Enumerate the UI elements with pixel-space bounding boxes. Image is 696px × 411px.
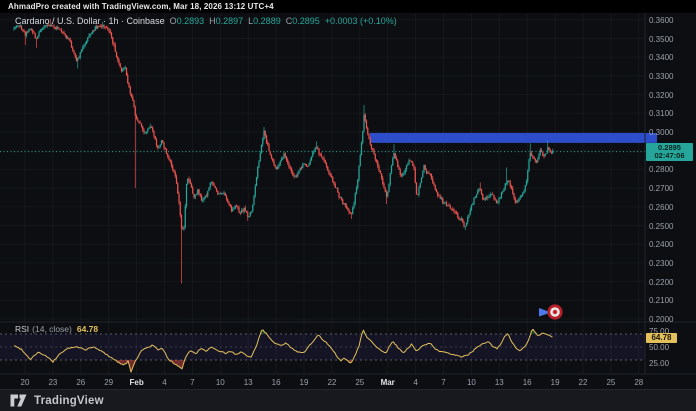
footer-bar: TradingView xyxy=(0,389,696,411)
screenshot-header-bar: AhmadPro created with TradingView.com, M… xyxy=(0,0,696,13)
price-tick-label: 0.3300 xyxy=(649,72,694,81)
rsi-current-value: 64.78 xyxy=(77,324,98,334)
dart-emoji-sticker[interactable] xyxy=(539,304,563,319)
time-axis[interactable]: 20 23 26 29 Feb 4 7 10 13 16 19 22 25 Mar 4 7 10 13 16 19 22… xyxy=(0,374,645,389)
price-tick-label: 0.3000 xyxy=(649,128,694,137)
rsi-tick-label: 50.00 xyxy=(649,343,694,352)
rsi-tick-label: 25.00 xyxy=(649,359,694,368)
price-tick-label: 0.2300 xyxy=(649,259,694,268)
rsi-params: (14, close) xyxy=(32,324,72,334)
time-tick-label: 10 xyxy=(467,378,476,387)
time-tick-label: 13 xyxy=(244,378,253,387)
time-tick-label: 4 xyxy=(162,378,166,387)
price-tick-label: 0.2100 xyxy=(649,296,694,305)
tradingview-wordmark[interactable]: TradingView xyxy=(34,395,104,407)
price-tick-label: 0.3400 xyxy=(649,53,694,62)
bar-countdown: 02:47:06 xyxy=(646,152,693,160)
time-tick-label: 26 xyxy=(76,378,85,387)
time-tick-label: 29 xyxy=(104,378,113,387)
price-tick-label: 0.2700 xyxy=(649,184,694,193)
ohlc-high-value: 0.2897 xyxy=(216,16,244,26)
time-tick-label: 22 xyxy=(327,378,336,387)
change-value: +0.0003 (+0.10%) xyxy=(325,16,397,26)
time-tick-label: 20 xyxy=(21,378,30,387)
rsi-indicator-legend[interactable]: RSI(14, close) 64.78 xyxy=(15,324,98,334)
price-tick-label: 0.2400 xyxy=(649,240,694,249)
price-tick-label: 0.3200 xyxy=(649,91,694,100)
header-text: AhmadPro created with TradingView.com, M… xyxy=(8,2,274,11)
ohlc-close-value: 0.2895 xyxy=(292,16,320,26)
time-tick-label: 10 xyxy=(216,378,225,387)
price-tick-label: 0.3500 xyxy=(649,35,694,44)
ohlc-open-key: O xyxy=(170,16,177,26)
ohlc-low-value: 0.2889 xyxy=(253,16,281,26)
time-tick-label: 7 xyxy=(190,378,194,387)
price-tick-label: 0.3100 xyxy=(649,109,694,118)
price-tick-label: 0.2800 xyxy=(649,165,694,174)
price-axis[interactable]: 0.3600 0.3500 0.3400 0.3300 0.3200 0.3100 0.30… xyxy=(645,13,696,374)
time-tick-label: 25 xyxy=(355,378,364,387)
price-tick-label: 0.2600 xyxy=(649,203,694,212)
price-tick-label: 0.2200 xyxy=(649,278,694,287)
time-tick-label: 25 xyxy=(606,378,615,387)
time-tick-label: 19 xyxy=(551,378,560,387)
last-price-label: 0.2895 02:47:06 xyxy=(646,143,693,161)
price-tick-label: 0.3600 xyxy=(649,16,694,25)
time-tick-label: 19 xyxy=(300,378,309,387)
time-tick-label: 22 xyxy=(579,378,588,387)
time-tick-label: 4 xyxy=(413,378,417,387)
time-tick-label: 7 xyxy=(441,378,445,387)
time-tick-label: Mar xyxy=(381,378,395,387)
symbol-title: Cardano / U.S. Dollar · 1h · Coinbase xyxy=(15,16,165,26)
time-tick-label: Feb xyxy=(129,378,143,387)
time-tick-label: 16 xyxy=(523,378,532,387)
price-tick-label: 0.2000 xyxy=(649,315,694,324)
rsi-name: RSI xyxy=(15,324,29,334)
symbol-legend[interactable]: Cardano / U.S. Dollar · 1h · CoinbaseO0.… xyxy=(15,16,397,26)
time-tick-label: 13 xyxy=(495,378,504,387)
ohlc-open-value: 0.2893 xyxy=(177,16,205,26)
rsi-axis-value-label: 64.78 xyxy=(646,333,677,343)
resistance-zone-rect[interactable] xyxy=(370,133,657,143)
tradingview-chart-window: AhmadPro created with TradingView.com, M… xyxy=(0,0,696,411)
tradingview-logo-icon[interactable] xyxy=(10,394,27,407)
time-tick-label: 16 xyxy=(272,378,281,387)
chart-canvas[interactable] xyxy=(0,0,696,411)
time-tick-label: 28 xyxy=(634,378,643,387)
time-tick-label: 23 xyxy=(48,378,57,387)
price-tick-label: 0.2500 xyxy=(649,222,694,231)
